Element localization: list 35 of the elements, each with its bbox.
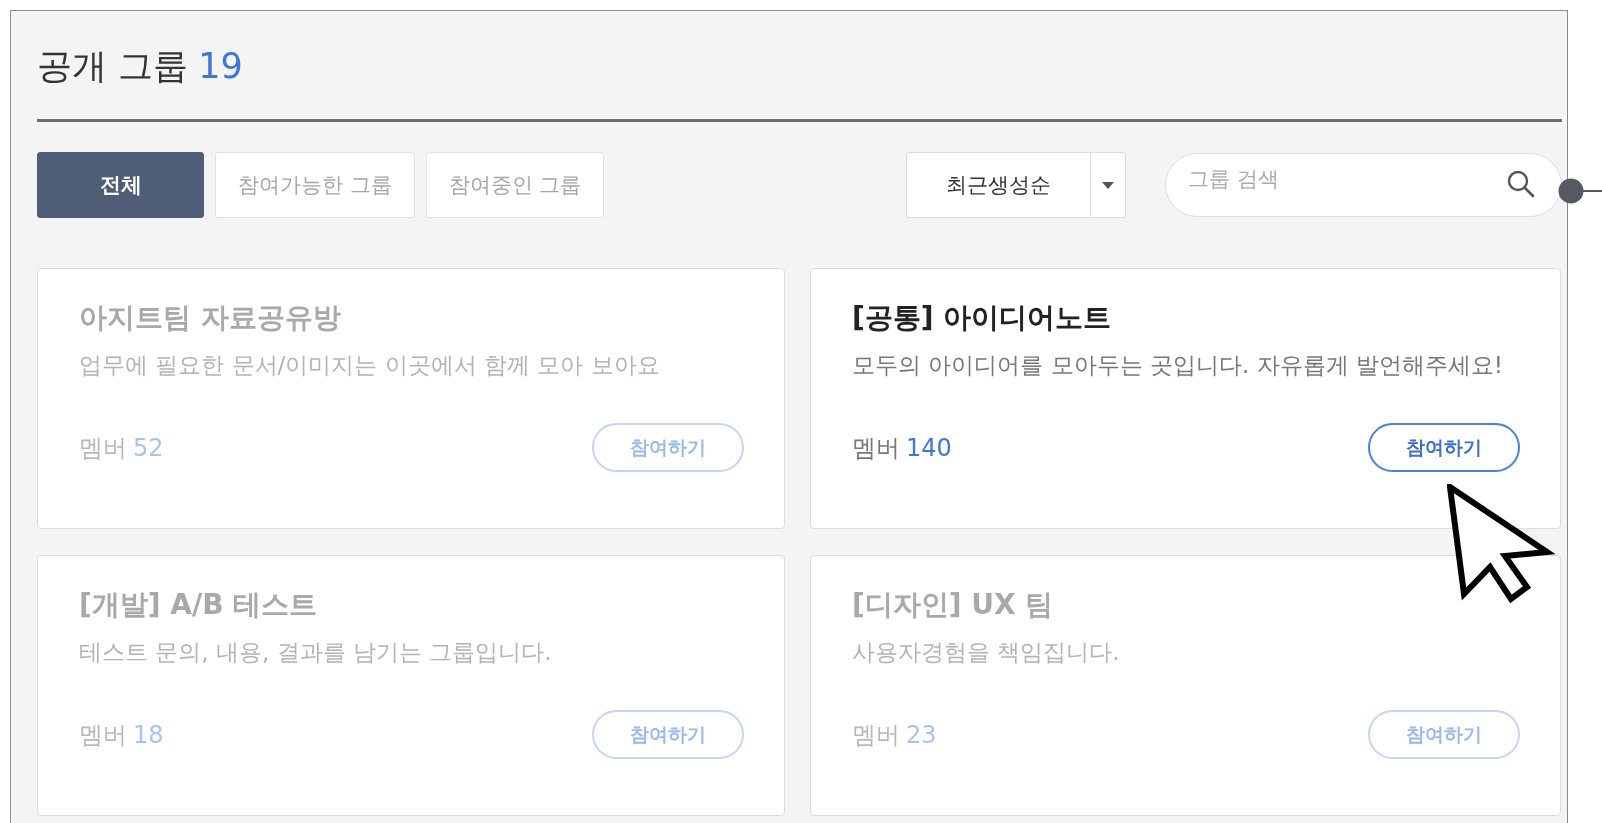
cursor-icon bbox=[1447, 484, 1555, 604]
join-button[interactable]: 참여하기 bbox=[592, 710, 744, 759]
group-count: 19 bbox=[198, 46, 243, 86]
group-description: 테스트 문의, 내용, 결과를 남기는 그룹입니다. bbox=[79, 638, 553, 667]
member-label: 멤버 bbox=[79, 719, 127, 751]
member-label: 멤버 bbox=[79, 432, 127, 464]
group-name: 아지트팀 자료공유방 bbox=[79, 300, 342, 336]
group-description: 업무에 필요한 문서/이미지는 이곳에서 함께 모아 보아요 bbox=[79, 351, 661, 380]
caret-icon bbox=[1102, 181, 1114, 189]
group-name: [디자인] UX 팀 bbox=[852, 587, 1055, 623]
join-button[interactable]: 참여하기 bbox=[1368, 423, 1520, 472]
member-count: 140 bbox=[906, 433, 953, 462]
group-name: [개발] A/B 테스트 bbox=[79, 587, 319, 623]
group-card[interactable]: [개발] A/B 테스트 테스트 문의, 내용, 결과를 남기는 그룹입니다. 멤버 18 참여하기 bbox=[37, 555, 785, 816]
filter-tab[interactable]: 참여가능한 그룹 bbox=[215, 152, 415, 218]
filter-tab[interactable]: 참여중인 그룹 bbox=[425, 152, 605, 218]
join-button[interactable]: 참여하기 bbox=[1368, 710, 1520, 759]
filter-tab[interactable]: 전체 bbox=[37, 152, 204, 218]
member-count: 18 bbox=[133, 720, 165, 749]
group-description: 사용자경험을 책임집니다. bbox=[852, 638, 1121, 667]
member-label: 멤버 bbox=[852, 432, 900, 464]
group-card[interactable]: [디자인] UX 팀 사용자경험을 책임집니다. 멤버 23 참여하기 bbox=[810, 555, 1561, 816]
join-button[interactable]: 참여하기 bbox=[592, 423, 744, 472]
sort-dropdown[interactable]: 최근생성순 bbox=[906, 152, 1126, 218]
search-field[interactable]: 그룹 검색 bbox=[1165, 153, 1562, 217]
group-card[interactable]: [공통] 아이디어노트 모두의 아이디어를 모아두는 곳입니다. 자유롭게 발언해주세요! 멤버 140 참여하기 bbox=[810, 268, 1561, 529]
member-count: 23 bbox=[906, 720, 938, 749]
group-description: 모두의 아이디어를 모아두는 곳입니다. 자유롭게 발언해주세요! bbox=[852, 351, 1505, 380]
pointer-line bbox=[1558, 178, 1602, 204]
group-card[interactable]: 아지트팀 자료공유방 업무에 필요한 문서/이미지는 이곳에서 함께 모아 보아요 멤버 52 참여하기 bbox=[37, 268, 785, 529]
group-name: [공통] 아이디어노트 bbox=[852, 300, 1113, 336]
page-title: 공개 그룹 bbox=[37, 45, 189, 88]
member-label: 멤버 bbox=[852, 719, 900, 751]
member-count: 52 bbox=[133, 433, 165, 462]
search-icon bbox=[1506, 169, 1536, 199]
